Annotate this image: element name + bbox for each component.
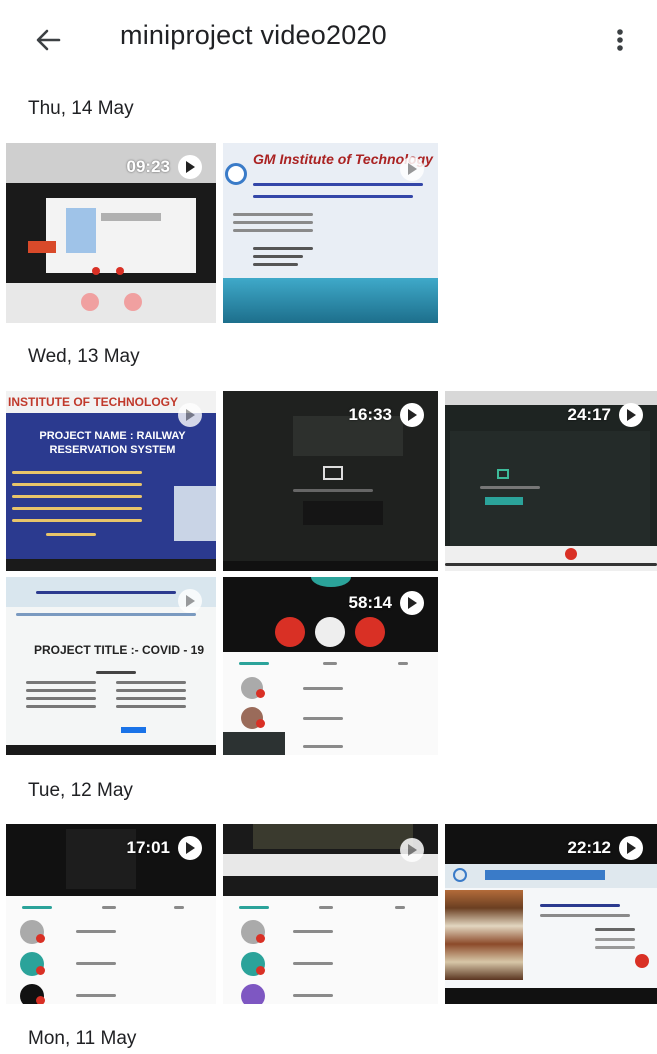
play-icon: [178, 403, 202, 427]
more-vert-icon: [617, 29, 623, 51]
video-duration: 09:23: [127, 155, 202, 179]
video-thumbnail[interactable]: 17:01: [6, 824, 216, 1004]
video-duration: [392, 838, 424, 862]
play-icon: [400, 838, 424, 862]
date-header: Tue, 12 May: [28, 780, 133, 801]
video-thumbnail[interactable]: 22:12: [445, 824, 657, 1004]
video-duration: 58:14: [349, 591, 424, 615]
date-header: Wed, 13 May: [28, 346, 140, 367]
more-options-button[interactable]: [604, 20, 636, 60]
slide-title: INSTITUTE OF TECHNOLOGY: [8, 395, 178, 409]
video-duration: 17:01: [127, 836, 202, 860]
video-duration: [392, 157, 424, 181]
play-icon: [619, 836, 643, 860]
video-duration: 22:12: [568, 836, 643, 860]
video-thumbnail[interactable]: 09:23: [6, 143, 216, 323]
date-header: Mon, 11 May: [28, 1028, 137, 1049]
video-thumbnail[interactable]: 16:33: [223, 391, 438, 571]
slide-title: PROJECT TITLE :- COVID - 19: [34, 643, 205, 657]
album-title: miniproject video2020: [120, 20, 387, 50]
app-bar: miniproject video2020: [0, 0, 657, 78]
play-icon: [178, 155, 202, 179]
video-thumbnail[interactable]: 58:14: [223, 577, 438, 755]
date-header: Thu, 14 May: [28, 98, 134, 119]
video-thumbnail[interactable]: PROJECT TITLE :- COVID - 19: [6, 577, 216, 755]
video-duration: [170, 589, 202, 613]
video-duration: 24:17: [568, 403, 643, 427]
play-icon: [400, 591, 424, 615]
video-duration: [170, 403, 202, 427]
play-icon: [178, 589, 202, 613]
play-icon: [178, 836, 202, 860]
video-thumbnail[interactable]: INSTITUTE OF TECHNOLOGY PROJECT NAME : R…: [6, 391, 216, 571]
video-thumbnail[interactable]: [223, 824, 438, 1004]
back-button[interactable]: [28, 20, 68, 60]
arrow-back-icon: [36, 29, 61, 51]
play-icon: [619, 403, 643, 427]
video-thumbnail[interactable]: GM Institute of Technology: [223, 143, 438, 323]
play-icon: [400, 157, 424, 181]
play-icon: [400, 403, 424, 427]
video-thumbnail[interactable]: 24:17: [445, 391, 657, 571]
video-duration: 16:33: [349, 403, 424, 427]
slide-subtitle: PROJECT NAME : RAILWAY RESERVATION SYSTE…: [39, 430, 186, 456]
